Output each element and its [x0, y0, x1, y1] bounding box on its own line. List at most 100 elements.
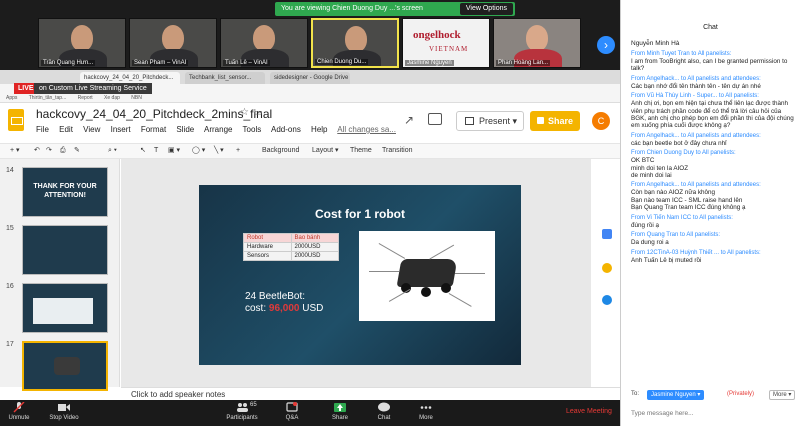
slide-thumbnail-selected[interactable] — [22, 341, 108, 391]
speaker-notes[interactable]: Click to add speaker notes — [121, 387, 620, 400]
qa-button[interactable]: Q&A — [280, 402, 304, 421]
chat-message: From Vi Tiến Nam ICC to All panelists: đ… — [631, 215, 797, 229]
keep-icon[interactable] — [602, 263, 612, 273]
current-slide[interactable]: Cost for 1 robot Robot Bao bánh Hardware… — [199, 185, 521, 365]
callout-line — [388, 289, 410, 302]
present-button[interactable]: Present ▾ — [456, 111, 524, 131]
menu-view[interactable]: View — [83, 125, 100, 134]
doc-title[interactable]: hackcovy_24_04_20_Pitchdeck_2mins_final — [36, 107, 272, 121]
activity-trend-icon[interactable]: ↗ — [404, 113, 414, 127]
table-row: Robot Bao bánh — [243, 233, 339, 243]
share-screen-button[interactable]: Share — [326, 402, 354, 421]
comment-icon[interactable] — [428, 113, 442, 125]
thumbnail-title: THANK FOR YOUR ATTENTION! — [33, 183, 97, 199]
menu-slide[interactable]: Slide — [176, 125, 194, 134]
star-icon[interactable]: ☆ — [240, 107, 249, 118]
menu-help[interactable]: Help — [311, 125, 327, 134]
menu-addons[interactable]: Add-ons — [271, 125, 301, 134]
message-text: Còn bạn nào AIOZ nữa không Bạn nào team … — [631, 189, 746, 212]
message-text: các bạn beetle bot ở đây chưa nhỉ — [631, 139, 727, 147]
table-row: Hardware 2000USD — [243, 242, 339, 252]
slide-thumbnail[interactable] — [22, 225, 108, 275]
zoom-icon[interactable]: ⌕ ▾ — [108, 144, 117, 158]
message-text: Anh Tuấn Lê bị muted rồi — [631, 256, 702, 264]
stop-video-button[interactable]: Stop Video — [44, 402, 84, 421]
layout-button[interactable]: Layout ▾ — [312, 144, 338, 158]
participants-count: 65 — [250, 402, 257, 408]
google-slides-icon[interactable] — [8, 109, 24, 131]
participant-tile-active[interactable]: Chien Duong Du... — [311, 18, 399, 68]
menu-insert[interactable]: Insert — [111, 125, 131, 134]
theme-button[interactable]: Theme — [350, 144, 372, 158]
cost-prefix: cost: — [245, 303, 267, 314]
bookmark-item[interactable]: Apps — [6, 95, 17, 101]
leave-meeting-button[interactable]: Leave Meeting — [566, 408, 612, 415]
cost-label: 24 BeetleBot: cost: 96,000 USD — [245, 291, 323, 315]
shared-screen: hackcovy_24_04_20_Pitchdeck... Techbank_… — [0, 70, 620, 400]
browser-tab[interactable]: Techbank_list_sensor... — [185, 72, 265, 84]
recipient-select[interactable]: Jasmine Nguyen ▾ — [647, 390, 705, 400]
chat-message: From Angelhack... to All panelists and a… — [631, 182, 797, 211]
participant-tile[interactable]: Sean Pham – VinAI — [129, 18, 217, 68]
folder-icon[interactable]: ▭ — [254, 107, 263, 118]
bookmark-item[interactable]: NBN — [131, 95, 142, 101]
chat-message-input[interactable] — [631, 406, 791, 420]
save-status[interactable]: All changes sa... — [337, 125, 396, 134]
new-slide-icon[interactable]: + ▾ — [10, 144, 20, 158]
chat-message: From Vũ Hà Thùy Linh - Super... to All p… — [631, 93, 797, 130]
microphone-muted-icon — [13, 402, 25, 413]
participant-tile[interactable]: Phan Hoàng Lan... — [493, 18, 581, 68]
participant-face — [162, 25, 184, 51]
select-icon[interactable]: ↖ — [140, 144, 146, 158]
redo-icon[interactable]: ↷ — [46, 144, 52, 158]
message-text: Các bạn nhớ đổi tên thành tên - tên dự á… — [631, 82, 761, 90]
robot-diagram — [359, 231, 495, 321]
background-button[interactable]: Background — [262, 144, 299, 158]
calendar-icon[interactable] — [602, 229, 612, 239]
slide-thumbnail[interactable] — [22, 283, 108, 333]
chat-more-button[interactable]: More ▾ — [769, 390, 796, 400]
bookmark-item[interactable]: Report — [78, 95, 93, 101]
chat-bubble-icon — [378, 402, 390, 412]
transition-button[interactable]: Transition — [382, 144, 412, 158]
bookmark-item[interactable]: Xe đạp — [104, 95, 120, 101]
menu-edit[interactable]: Edit — [59, 125, 73, 134]
table-cell: Hardware — [243, 242, 292, 252]
cost-line-1: 24 BeetleBot: — [245, 291, 306, 302]
participant-tile[interactable]: Tuấn Lê – VinAI — [220, 18, 308, 68]
menu-arrange[interactable]: Arrange — [204, 125, 232, 134]
menu-format[interactable]: Format — [141, 125, 166, 134]
participant-face — [71, 25, 93, 51]
slide-thumbnail[interactable]: THANK FOR YOUR ATTENTION! — [22, 167, 108, 217]
undo-icon[interactable]: ↶ — [34, 144, 40, 158]
next-page-button[interactable]: › — [597, 36, 615, 54]
stop-video-label: Stop Video — [49, 415, 79, 421]
present-label: Present — [479, 116, 511, 126]
comment-add-icon[interactable]: + — [236, 144, 240, 158]
side-panel-icons — [596, 159, 618, 387]
image-icon[interactable]: ▣ ▾ — [168, 144, 180, 158]
tasks-icon[interactable] — [602, 295, 612, 305]
wheel-icon — [421, 287, 431, 297]
participant-tile[interactable]: ongelhock VIETNAM Jasmine Nguyen — [402, 18, 490, 68]
menu-tools[interactable]: Tools — [243, 125, 262, 134]
chat-message: From 12CTinA-03 Huỳnh Thiết ... to All p… — [631, 250, 797, 264]
bookmark-item[interactable]: Thirtin_tăn_tap... — [29, 95, 67, 101]
unmute-button[interactable]: Unmute — [4, 402, 34, 421]
more-button[interactable]: More — [414, 402, 438, 421]
participant-tile[interactable]: Trần Quang Hưn... — [38, 18, 126, 68]
chat-button[interactable]: Chat — [372, 402, 396, 421]
view-options-button[interactable]: View Options — [459, 3, 513, 15]
line-icon[interactable]: ╲ ▾ — [214, 144, 224, 158]
participants-button[interactable]: Participants 65 — [220, 402, 264, 421]
message-text: I am from TooBright also, can I be grant… — [631, 58, 788, 73]
text-box-icon[interactable]: T — [154, 144, 158, 158]
avatar[interactable]: C — [592, 112, 610, 130]
menu-file[interactable]: File — [36, 125, 49, 134]
paint-format-icon[interactable]: ✎ — [74, 144, 80, 158]
print-icon[interactable]: ⎙ — [60, 144, 66, 158]
shape-icon[interactable]: ◯ ▾ — [192, 144, 205, 158]
share-button[interactable]: Share — [530, 111, 580, 131]
chat-message: From Quang Tran to All panelists: Da dun… — [631, 232, 797, 246]
browser-tab[interactable]: sidedesigner - Google Drive — [270, 72, 350, 84]
